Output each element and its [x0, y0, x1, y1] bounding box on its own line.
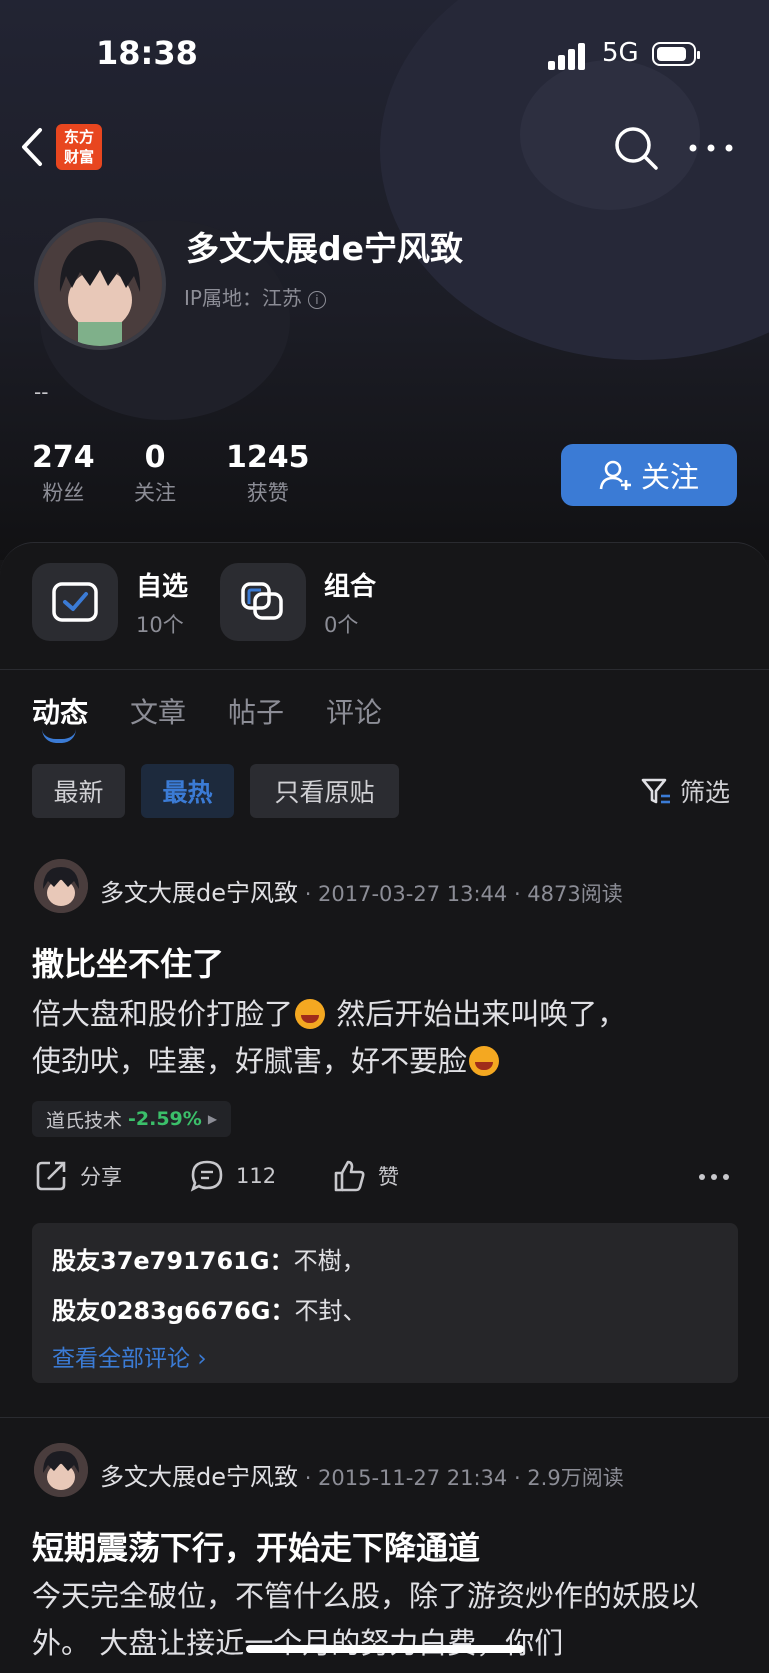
add-user-icon: [599, 460, 631, 490]
post-meta: 多文大展de宁风致 · 2017-03-27 13:44 · 4873阅读: [100, 879, 623, 907]
laughing-emoji-icon: [295, 999, 326, 1029]
profile-bio: --: [34, 380, 49, 404]
share-button[interactable]: 分享: [34, 1159, 122, 1193]
more-options-icon[interactable]: [684, 130, 738, 166]
tab-dynamics[interactable]: 动态: [32, 691, 88, 731]
content-card: 自选 10个 组合 0个 动态 文章 帖子 评论 最新 最热 只看原贴 筛选 多…: [0, 542, 769, 1673]
post-meta: 多文大展de宁风致 · 2015-11-27 21:34 · 2.9万阅读: [100, 1463, 624, 1491]
post-author-name[interactable]: 多文大展de宁风致: [100, 1463, 298, 1491]
caret-right-icon: ▶: [207, 1112, 218, 1126]
signal-icon: [548, 42, 588, 70]
network-type: 5G: [602, 38, 639, 68]
overlap-squares-icon: [241, 582, 283, 620]
shortcut-portfolio[interactable]: 组合 0个: [220, 563, 376, 641]
battery-icon: [652, 42, 700, 66]
back-arrow-icon[interactable]: [18, 124, 48, 170]
post-title[interactable]: 短期震荡下行，开始走下降通道: [32, 1523, 480, 1569]
chip-hottest[interactable]: 最热: [141, 764, 234, 818]
laughing-emoji-icon: [469, 1046, 500, 1076]
post-author-name[interactable]: 多文大展de宁风致: [100, 879, 298, 907]
share-icon: [36, 1161, 66, 1191]
ip-location: IP属地：江苏 i: [184, 282, 326, 311]
stat-following[interactable]: 0 关注: [134, 440, 176, 507]
status-bar: 18:38 5G: [0, 0, 769, 110]
follow-button[interactable]: 关注: [561, 444, 737, 506]
post-title[interactable]: 撒比坐不住了: [32, 939, 224, 985]
post-author-avatar[interactable]: [34, 859, 88, 913]
profile-name: 多文大展de宁风致: [186, 229, 464, 268]
chip-latest[interactable]: 最新: [32, 764, 125, 818]
thumbs-up-icon: [334, 1160, 365, 1192]
profile-avatar[interactable]: [34, 218, 166, 350]
chip-original-only[interactable]: 只看原贴: [250, 764, 399, 818]
stat-followers[interactable]: 274 粉丝: [32, 440, 95, 507]
post-body[interactable]: 倍大盘和股价打脸了 然后开始出来叫唤了， 使劲吠，哇塞，好腻害，好不要脸: [32, 991, 742, 1085]
like-button[interactable]: 赞: [332, 1159, 399, 1193]
post-author-avatar[interactable]: [34, 1443, 88, 1497]
comment-icon: [190, 1160, 223, 1192]
comment-button[interactable]: 112: [190, 1159, 276, 1193]
tab-indicator: [42, 729, 76, 743]
post-more-icon[interactable]: [698, 1171, 730, 1183]
comment-preview[interactable]: 股友37e791761G：不樹， 股友0283g6676G：不封、 查看全部评论…: [32, 1223, 738, 1383]
comment-item[interactable]: 股友0283g6676G：不封、: [52, 1291, 366, 1326]
divider: [0, 1417, 769, 1418]
checkbox-icon: [52, 582, 98, 622]
shortcut-watchlist[interactable]: 自选 10个: [32, 563, 188, 641]
tab-comments[interactable]: 评论: [326, 691, 382, 731]
comment-item[interactable]: 股友37e791761G：不樹，: [52, 1241, 366, 1276]
post-actions: 分享 112 赞: [34, 1159, 734, 1199]
divider: [0, 669, 769, 670]
home-indicator: [246, 1645, 524, 1653]
search-icon[interactable]: [612, 124, 660, 172]
tab-articles[interactable]: 文章: [130, 691, 186, 731]
info-icon[interactable]: i: [307, 290, 326, 309]
chevron-right-icon: ›: [197, 1346, 207, 1372]
stock-tag[interactable]: 道氏技术 -2.59% ▶: [32, 1101, 232, 1137]
status-time: 18:38: [96, 34, 198, 72]
filter-button[interactable]: 筛选: [640, 773, 730, 809]
filter-icon: [641, 778, 670, 804]
app-logo[interactable]: 东方 财富: [56, 124, 102, 170]
tab-posts[interactable]: 帖子: [228, 691, 284, 731]
stat-likes[interactable]: 1245 获赞: [226, 440, 310, 507]
see-all-comments-link[interactable]: 查看全部评论 ›: [52, 1339, 207, 1373]
